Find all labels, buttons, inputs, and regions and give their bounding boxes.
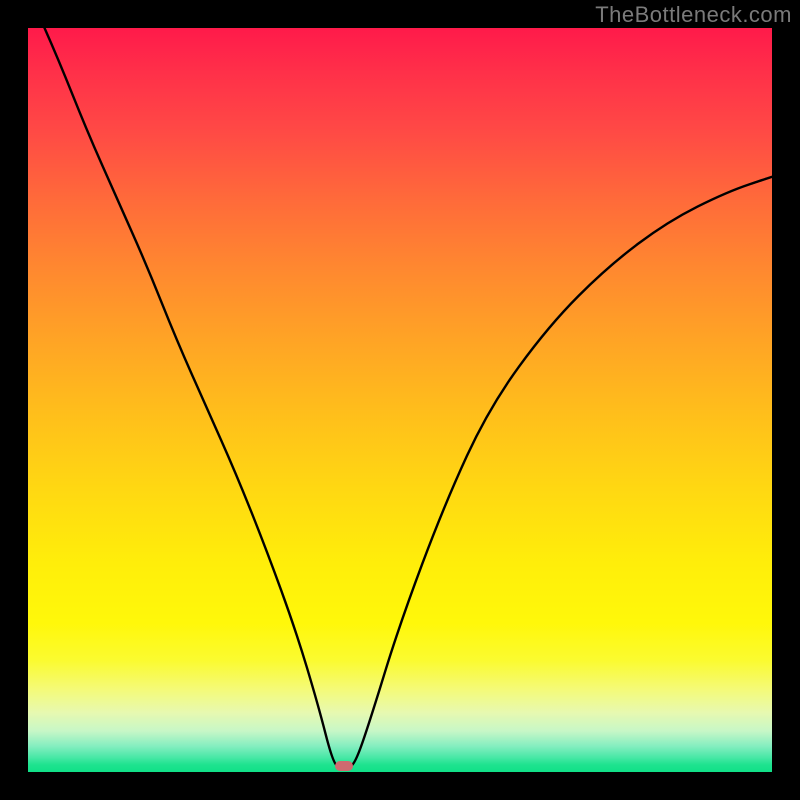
chart-frame: TheBottleneck.com <box>0 0 800 800</box>
plot-area <box>28 28 772 772</box>
line-curve <box>28 28 772 772</box>
watermark-text: TheBottleneck.com <box>595 2 792 28</box>
optimal-marker <box>335 761 353 771</box>
